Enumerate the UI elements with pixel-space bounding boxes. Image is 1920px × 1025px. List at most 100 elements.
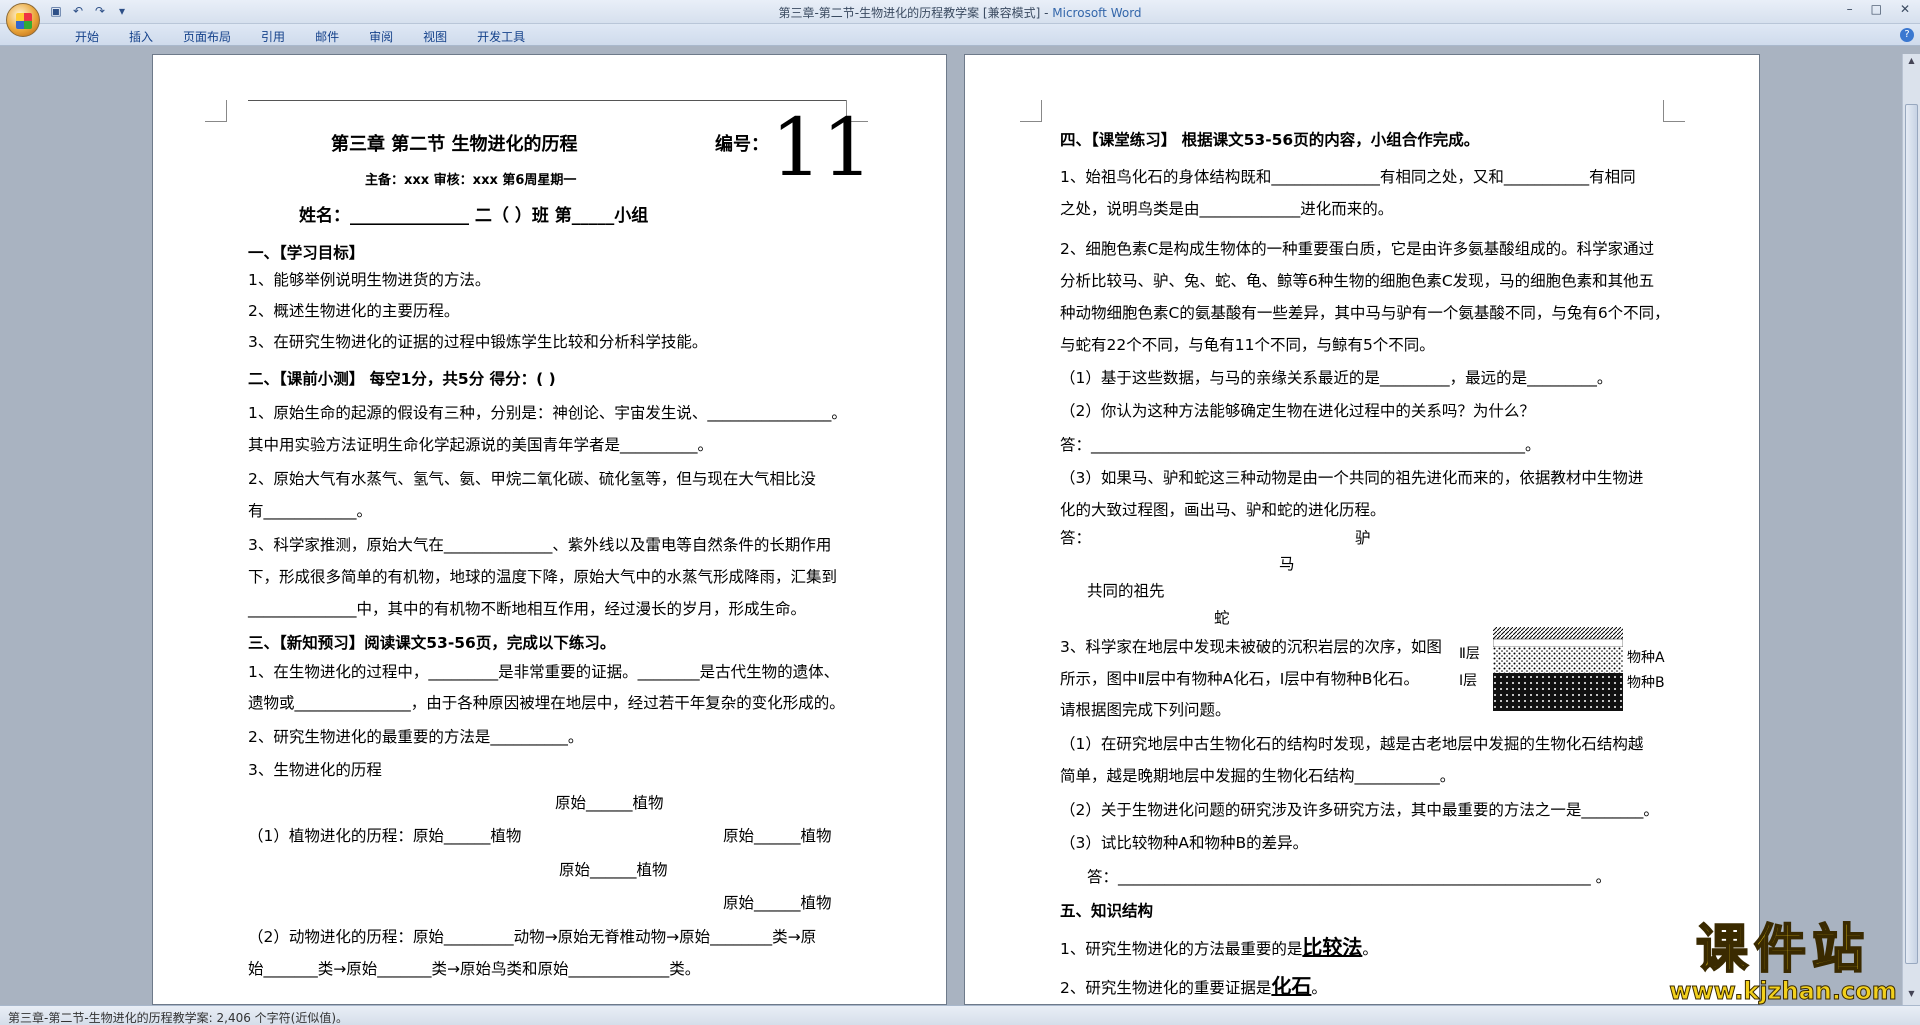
tab-page-layout[interactable]: 页面布局 <box>168 28 246 45</box>
knowledge-line-2: 2、研究生物进化的重要证据是化石。 <box>1060 970 1327 999</box>
close-button[interactable]: ✕ <box>1900 2 1910 16</box>
tree-label-ancestor: 共同的祖先 <box>1087 582 1165 600</box>
text-line: 1、能够举例说明生物进货的方法。 <box>248 271 491 289</box>
text-line: 3、生物进化的历程 <box>248 761 382 779</box>
tab-home[interactable]: 开始 <box>60 28 114 45</box>
text-line: 种动物细胞色素C的氨基酸有一些差异，其中马与驴有一个氨基酸不同，与兔有6个不同， <box>1060 304 1670 322</box>
watermark-logo: 课件站 www.kjzhan.com <box>1668 919 1898 1005</box>
text-line: 3、在研究生物进化的证据的过程中锻炼学生比较和分析科学技能。 <box>248 333 708 351</box>
text-line: （3）如果马、驴和蛇这三种动物是由一个共同的祖先进化而来的，依据教材中生物进 <box>1060 469 1644 487</box>
text-line: 始_______类→原始_______类→原始鸟类和原始____________… <box>248 960 701 978</box>
text-line: 化的大致过程图，画出马、驴和蛇的进化历程。 <box>1060 501 1386 519</box>
section-1-title: 一、【学习目标】 <box>248 244 365 262</box>
tree-label-horse: 马 <box>1279 555 1295 573</box>
text-line: 之处，说明鸟类是由_____________进化而来的。 <box>1060 200 1394 218</box>
tree-label-donkey: 驴 <box>1355 529 1371 547</box>
lesson-number: 11 <box>771 101 873 194</box>
page-title: 第三章 第二节 生物进化的历程 <box>331 134 578 155</box>
text-line: 有____________。 <box>248 502 373 520</box>
student-name-line: 姓名：______________ 二（ ）班 第_____小组 <box>299 206 649 226</box>
number-label: 编号： <box>715 134 769 155</box>
plant-tree-line: 原始______植物 <box>723 894 832 912</box>
status-text: 第三章-第二节-生物进化的历程教学案: 2,406 个字符(近似值)。 <box>8 1011 349 1025</box>
text-line: 与蛇有22个不同，与龟有11个不同，与鲸有5个不同。 <box>1060 336 1435 354</box>
tab-review[interactable]: 审阅 <box>354 28 408 45</box>
text-line: 1、在生物进化的过程中，_________是非常重要的证据。________是古… <box>248 663 840 681</box>
watermark-text: 课件站 <box>1695 919 1870 980</box>
tab-insert[interactable]: 插入 <box>114 28 168 45</box>
document-page-2[interactable]: 四、【课堂练习】 根据课文53-56页的内容，小组合作完成。 1、始祖鸟化石的身… <box>964 54 1760 1005</box>
section-4-title: 四、【课堂练习】 根据课文53-56页的内容，小组合作完成。 <box>1060 131 1480 149</box>
text-line: （3）试比较物种A和物种B的差异。 <box>1060 834 1309 852</box>
scroll-down-icon[interactable]: ▼ <box>1905 989 1918 1003</box>
knowledge-text: 。 <box>1362 940 1378 958</box>
answer-label: 答： <box>1060 529 1092 547</box>
tab-references[interactable]: 引用 <box>246 28 300 45</box>
title-bar: ▣ ↶ ↷ ▾ 第三章-第二节-生物进化的历程教学案 [兼容模式] - Micr… <box>0 0 1920 24</box>
text-line: 其中用实验方法证明生命化学起源说的美国青年学者是__________。 <box>248 436 714 454</box>
office-button-icon[interactable] <box>6 3 40 37</box>
text-line: （2）关于生物进化问题的研究涉及许多研究方法，其中最重要的方法之一是______… <box>1060 801 1659 819</box>
vertical-scrollbar[interactable]: ▲ ▼ <box>1902 54 1920 1005</box>
text-line: 遗物或_______________，由于各种原因被埋在地层中，经过若干年复杂的… <box>248 694 845 712</box>
watermark-url: www.kjzhan.com <box>1669 977 1897 1005</box>
answer-line: 答：______________________________________… <box>1087 868 1612 886</box>
crop-mark <box>1020 100 1042 122</box>
tab-mailings[interactable]: 邮件 <box>300 28 354 45</box>
document-title: 第三章-第二节-生物进化的历程教学案 [兼容模式] <box>778 6 1041 20</box>
text-line: 1、原始生命的起源的假设有三种，分别是：神创论、宇宙发生说、__________… <box>248 404 847 422</box>
text-line: 简单，越是晚期地层中发掘的生物化石结构___________。 <box>1060 767 1456 785</box>
species-a-label: 物种A <box>1627 650 1665 666</box>
section-2-title: 二、【课前小测】 每空1分，共5分 得分：( ) <box>248 370 556 388</box>
scrollbar-thumb[interactable] <box>1905 104 1918 964</box>
strata-layer-1-label: Ⅰ层 <box>1459 673 1478 689</box>
plant-tree-line: （1）植物进化的历程：原始______植物 <box>248 827 522 845</box>
strata-layer-2-label: Ⅱ层 <box>1459 646 1480 662</box>
text-line: 所示，图中Ⅱ层中有物种A化石，Ⅰ层中有物种B化石。 <box>1060 670 1419 688</box>
section-5-title: 五、知识结构 <box>1060 902 1154 920</box>
text-line: （1）基于这些数据，与马的亲缘关系最近的是_________，最远的是_____… <box>1060 369 1613 387</box>
header-rule <box>248 100 846 101</box>
tab-developer[interactable]: 开发工具 <box>462 28 540 45</box>
window-controls: – □ ✕ <box>1847 2 1910 16</box>
knowledge-text: 1、研究生物进化的方法最重要的是 <box>1060 940 1303 958</box>
species-b-label: 物种B <box>1627 675 1665 691</box>
scroll-up-icon[interactable]: ▲ <box>1905 56 1918 70</box>
answer-line: 答：______________________________________… <box>1060 436 1541 454</box>
text-line: 2、细胞色素C是构成生物体的一种重要蛋白质，它是由许多氨基酸组成的。科学家通过 <box>1060 240 1655 258</box>
help-icon[interactable]: ? <box>1900 28 1914 42</box>
text-line: 1、始祖鸟化石的身体结构既和______________有相同之处，又和____… <box>1060 168 1636 186</box>
knowledge-key-term: 比较法 <box>1302 935 1363 959</box>
text-line: 请根据图完成下列问题。 <box>1060 701 1231 719</box>
document-page-1[interactable]: 第三章 第二节 生物进化的历程 编号： 11 主备：xxx 审核：xxx 第6周… <box>152 54 947 1005</box>
text-line: 分析比较马、驴、兔、蛇、龟、鲸等6种生物的细胞色素C发现，马的细胞色素和其他五 <box>1060 272 1655 290</box>
text-line: 2、概述生物进化的主要历程。 <box>248 302 460 320</box>
crop-mark <box>205 100 227 122</box>
app-name: Microsoft Word <box>1052 6 1142 20</box>
plant-tree-line: 原始______植物 <box>555 794 664 812</box>
tab-view[interactable]: 视图 <box>408 28 462 45</box>
text-line: 下，形成很多简单的有机物，地球的温度下降，原始大气中的水蒸气形成降雨，汇集到 <box>248 568 838 586</box>
tree-label-snake: 蛇 <box>1214 609 1230 627</box>
knowledge-text: 。 <box>1311 979 1327 997</box>
plant-tree-line: 原始______植物 <box>559 861 668 879</box>
strata-figure <box>1493 627 1623 711</box>
text-line: 3、科学家在地层中发现未被破的沉积岩层的次序，如图 <box>1060 638 1442 656</box>
knowledge-text: 2、研究生物进化的重要证据是 <box>1060 979 1272 997</box>
text-line: ______________中，其中的有机物不断地相互作用，经过漫长的岁月，形成… <box>248 600 807 618</box>
text-line: 2、原始大气有水蒸气、氢气、氨、甲烷二氧化碳、硫化氢等，但与现在大气相比没 <box>248 470 816 488</box>
plant-tree-line: 原始______植物 <box>723 827 832 845</box>
text-line: （2）你认为这种方法能够确定生物在进化过程中的关系吗？为什么？ <box>1060 402 1535 420</box>
ribbon-tabs: 开始 插入 页面布局 引用 邮件 审阅 视图 开发工具 ? <box>0 24 1920 46</box>
minimize-button[interactable]: – <box>1847 2 1853 16</box>
maximize-button[interactable]: □ <box>1871 2 1882 16</box>
window-title: 第三章-第二节-生物进化的历程教学案 [兼容模式] - Microsoft Wo… <box>778 6 1142 20</box>
text-line: 2、研究生物进化的最重要的方法是__________。 <box>248 728 584 746</box>
editors-line: 主备：xxx 审核：xxx 第6周星期一 <box>365 173 577 188</box>
crop-mark <box>1663 100 1685 122</box>
text-line: （2）动物进化的历程：原始_________动物→原始无脊椎动物→原始_____… <box>248 928 817 946</box>
knowledge-key-term: 化石 <box>1271 974 1312 998</box>
status-bar: 第三章-第二节-生物进化的历程教学案: 2,406 个字符(近似值)。 <box>0 1005 1920 1025</box>
text-line: （1）在研究地层中古生物化石的结构时发现，越是古老地层中发掘的生物化石结构越 <box>1060 735 1644 753</box>
section-3-title: 三、【新知预习】阅读课文53-56页，完成以下练习。 <box>248 634 616 652</box>
